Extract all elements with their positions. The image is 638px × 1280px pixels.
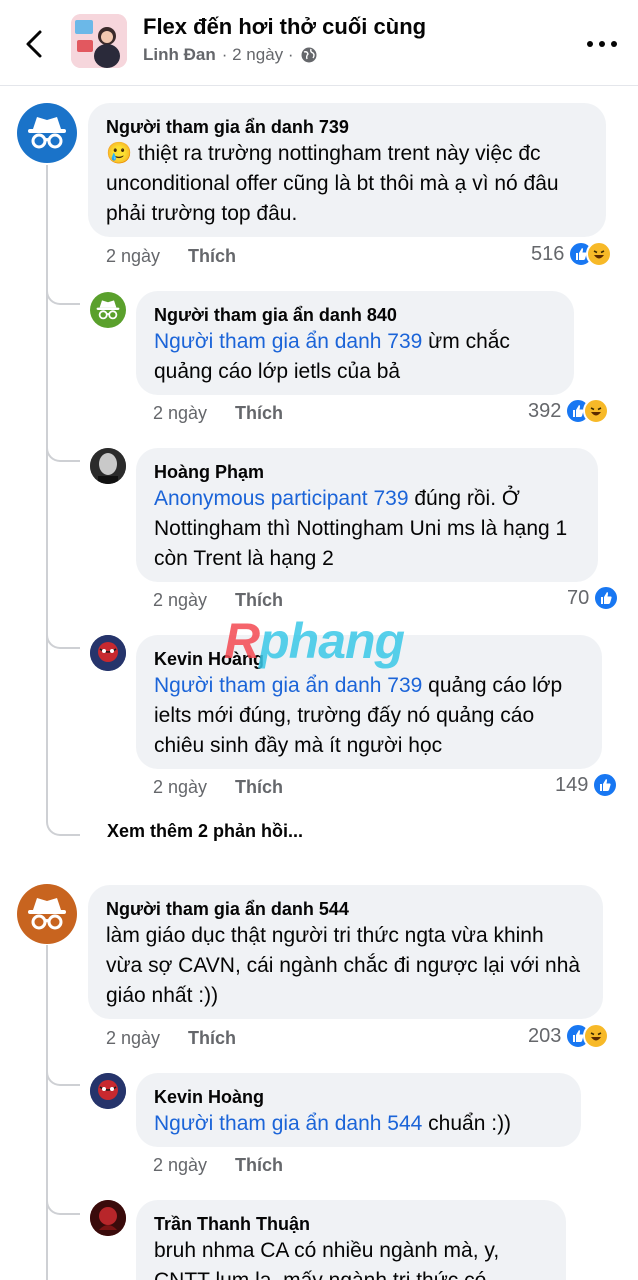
like-reaction-icon bbox=[592, 772, 619, 798]
comment-actions: 2 ngày Thích bbox=[106, 1028, 236, 1049]
comment-actions: 2 ngày Thích bbox=[153, 777, 283, 798]
comment-bubble[interactable]: Người tham gia ẩn danh 544 làm giáo dục … bbox=[88, 885, 603, 1019]
user-photo bbox=[90, 635, 126, 671]
comment-text: Người tham gia ẩn danh 739 ừm chắc quảng… bbox=[154, 330, 510, 383]
thread-line bbox=[46, 945, 48, 1280]
comment-author[interactable]: Người tham gia ẩn danh 840 bbox=[154, 303, 556, 327]
post-time: · 2 ngày · bbox=[221, 45, 294, 64]
comment-actions: 2 ngày Thích bbox=[106, 246, 236, 267]
comment-bubble[interactable]: Trần Thanh Thuận bruh nhma CA có nhiều n… bbox=[136, 1200, 566, 1280]
comment-time: 2 ngày bbox=[153, 777, 208, 797]
comment-text: Anonymous participant 739 đúng rồi. Ở No… bbox=[154, 487, 568, 570]
anonymous-icon bbox=[96, 300, 120, 320]
mention-link[interactable]: Người tham gia ẩn danh 739 bbox=[154, 674, 422, 697]
like-button[interactable]: Thích bbox=[235, 590, 283, 611]
like-button[interactable]: Thích bbox=[235, 1155, 283, 1176]
comment-text: bruh nhma CA có nhiều ngành mà, y, CNTT … bbox=[154, 1239, 500, 1280]
reaction-summary[interactable]: 203 bbox=[528, 1023, 610, 1049]
chevron-left-icon bbox=[26, 30, 42, 58]
reaction-count: 392 bbox=[528, 399, 562, 422]
reaction-count: 203 bbox=[528, 1024, 562, 1047]
comment-text: 🥲 thiệt ra trường nottingham trent này v… bbox=[106, 142, 559, 225]
avatar-anonymous[interactable] bbox=[17, 884, 77, 944]
user-photo bbox=[90, 448, 126, 484]
thread-branch bbox=[46, 1056, 80, 1086]
reaction-summary[interactable]: 70 bbox=[567, 585, 620, 611]
comment-time: 2 ngày bbox=[106, 246, 161, 266]
anonymous-icon bbox=[28, 898, 66, 930]
anonymous-icon bbox=[28, 117, 66, 149]
like-button[interactable]: Thích bbox=[188, 1028, 236, 1049]
back-button[interactable] bbox=[18, 26, 54, 62]
globe-icon bbox=[301, 47, 317, 63]
avatar-user[interactable] bbox=[90, 1073, 126, 1109]
avatar-user[interactable] bbox=[90, 635, 126, 671]
haha-reaction-icon bbox=[583, 398, 610, 424]
reaction-summary[interactable]: 392 bbox=[528, 398, 610, 424]
thread-branch bbox=[46, 432, 80, 462]
reaction-summary[interactable]: 516 bbox=[531, 241, 613, 267]
comment-time: 2 ngày bbox=[153, 590, 208, 610]
thread-branch bbox=[46, 1185, 80, 1215]
comment-actions: 2 ngày Thích bbox=[153, 590, 283, 611]
post-title[interactable]: Flex đến hơi thở cuối cùng bbox=[143, 14, 426, 40]
haha-reaction-icon bbox=[583, 1023, 610, 1049]
user-photo bbox=[90, 1200, 126, 1236]
more-dots-icon bbox=[587, 41, 617, 47]
reaction-count: 516 bbox=[531, 242, 565, 265]
comment-time: 2 ngày bbox=[153, 1155, 208, 1175]
comment-time: 2 ngày bbox=[153, 403, 208, 423]
like-button[interactable]: Thích bbox=[235, 403, 283, 424]
comment-actions: 2 ngày Thích bbox=[153, 403, 283, 424]
post-header: Flex đến hơi thở cuối cùng Linh Đan · 2 … bbox=[0, 0, 638, 86]
mention-link[interactable]: Người tham gia ẩn danh 544 bbox=[154, 1112, 422, 1135]
like-button[interactable]: Thích bbox=[188, 246, 236, 267]
avatar-user[interactable] bbox=[90, 1200, 126, 1236]
group-thumbnail[interactable] bbox=[71, 14, 127, 68]
comment-text: Người tham gia ẩn danh 544 chuẩn :)) bbox=[154, 1112, 512, 1135]
reaction-summary[interactable]: 149 bbox=[555, 772, 619, 798]
comment-bubble[interactable]: Hoàng Phạm Anonymous participant 739 đún… bbox=[136, 448, 598, 582]
comment-bubble[interactable]: Người tham gia ẩn danh 739 🥲 thiệt ra tr… bbox=[88, 103, 606, 237]
emoji: 🥲 bbox=[106, 142, 133, 165]
comment-bubble[interactable]: Người tham gia ẩn danh 840 Người tham gi… bbox=[136, 291, 574, 395]
more-options-button[interactable] bbox=[582, 30, 622, 58]
comment-time: 2 ngày bbox=[106, 1028, 161, 1048]
watermark-logo: Rphang bbox=[224, 613, 405, 669]
post-meta: Linh Đan · 2 ngày · bbox=[143, 45, 318, 65]
like-reaction-icon bbox=[593, 585, 620, 611]
comment-author[interactable]: Trần Thanh Thuận bbox=[154, 1212, 548, 1236]
avatar-anonymous[interactable] bbox=[17, 103, 77, 163]
comment-actions: 2 ngày Thích bbox=[153, 1155, 283, 1176]
haha-reaction-icon bbox=[586, 241, 613, 267]
comment-author[interactable]: Người tham gia ẩn danh 544 bbox=[106, 897, 585, 921]
view-more-replies-link[interactable]: Xem thêm 2 phản hồi... bbox=[107, 821, 303, 842]
user-photo bbox=[90, 1073, 126, 1109]
comment-text: Người tham gia ẩn danh 739 quảng cáo lớp… bbox=[154, 674, 563, 757]
thread-line bbox=[46, 165, 48, 815]
reaction-count: 149 bbox=[555, 773, 589, 796]
comment-text: làm giáo dục thật người tri thức ngta vừ… bbox=[106, 924, 581, 1007]
comment-bubble[interactable]: Kevin Hoàng Người tham gia ẩn danh 544 c… bbox=[136, 1073, 581, 1147]
post-author[interactable]: Linh Đan bbox=[143, 45, 216, 65]
like-button[interactable]: Thích bbox=[235, 777, 283, 798]
avatar-anonymous[interactable] bbox=[90, 292, 126, 328]
comment-author[interactable]: Người tham gia ẩn danh 739 bbox=[106, 115, 588, 139]
comment-author[interactable]: Hoàng Phạm bbox=[154, 460, 580, 484]
avatar-user[interactable] bbox=[90, 448, 126, 484]
reaction-count: 70 bbox=[567, 586, 590, 609]
thread-branch bbox=[46, 619, 80, 649]
thread-branch bbox=[46, 275, 80, 305]
thread-branch bbox=[46, 806, 80, 836]
mention-link[interactable]: Người tham gia ẩn danh 739 bbox=[154, 330, 422, 353]
comment-author[interactable]: Kevin Hoàng bbox=[154, 1085, 563, 1109]
mention-link[interactable]: Anonymous participant 739 bbox=[154, 487, 409, 510]
